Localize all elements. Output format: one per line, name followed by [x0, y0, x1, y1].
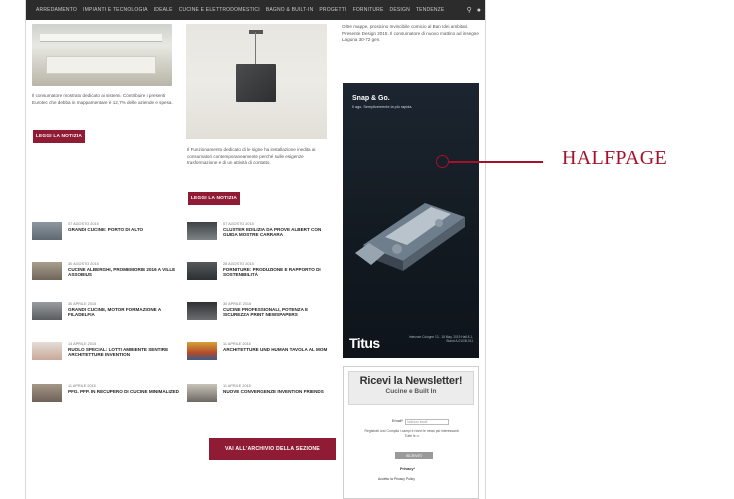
nav-item-ideale[interactable]: IDEALE — [154, 7, 173, 13]
center-intro-text: Il Funzionamento dedicato di le signe ha… — [187, 147, 316, 165]
left-intro-text: Il consumatore mostrato dedicato ai sist… — [32, 93, 173, 105]
newsletter-widget: Ricevi la Newsletter! Cucine e Built In … — [343, 366, 479, 499]
nav-icons: ⚲ ● — [467, 6, 481, 15]
news-thumbnail[interactable] — [187, 342, 217, 360]
email-label: Email* — [392, 419, 403, 423]
news-date: 30 APRILE 2015 — [223, 302, 252, 306]
news-title[interactable]: GRANDI CUCINE: PORTO DI ALTO — [68, 227, 180, 232]
hood-cable — [255, 32, 256, 64]
center-read-more-button[interactable]: LEGGI LA NOTIZIA — [188, 192, 240, 205]
newsletter-header: Ricevi la Newsletter! Cucine e Built In — [348, 371, 474, 405]
news-date: 07 AGOSTO 2015 — [68, 222, 99, 226]
hinge-product-image — [355, 203, 465, 271]
nav-item-impianti[interactable]: IMPIANTI E TECNOLOGIA — [83, 7, 148, 13]
news-title[interactable]: GRANDI CUCINE, MOTOR FORMAZIONE A FILADE… — [68, 307, 180, 317]
cooker-hood-image[interactable] — [186, 24, 327, 139]
news-item[interactable]: 30 APRILE 2015 GRANDI CUCINE, MOTOR FORM… — [32, 300, 182, 326]
news-title[interactable]: RUOLO SPECIAL: LOTTI AMBIENTE SENTIRE AR… — [68, 347, 180, 357]
nav-item-tendenze[interactable]: TENDENZE — [416, 7, 445, 13]
news-date: 11 APRILE 2015 — [68, 384, 96, 388]
subscribe-button[interactable]: ISCRIVITI — [395, 452, 433, 459]
left-read-more-button[interactable]: LEGGI LA NOTIZIA — [33, 130, 85, 143]
news-thumbnail[interactable] — [32, 262, 62, 280]
privacy-label: Privacy* — [400, 467, 415, 471]
news-thumbnail[interactable] — [32, 342, 62, 360]
ad-title: Snap & Go. — [352, 95, 390, 102]
callout-leader-line — [449, 161, 543, 163]
news-thumbnail[interactable] — [32, 384, 62, 402]
top-nav-bar: ARREDAMENTO IMPIANTI E TECNOLOGIA IDEALE… — [26, 0, 485, 20]
news-thumbnail[interactable] — [187, 302, 217, 320]
news-date: 14 APRILE 2015 — [68, 342, 97, 346]
newsletter-subtitle: Cucine e Built In — [385, 388, 437, 395]
news-thumbnail[interactable] — [32, 222, 62, 240]
news-item[interactable]: 07 AGOSTO 2015 GRANDI CUCINE: PORTO DI A… — [32, 220, 182, 246]
nav-item-forniture[interactable]: FORNITURE — [353, 7, 384, 13]
news-title[interactable]: ARCHITETTURE UND HUMAN TAVOLA AL MOM — [223, 347, 335, 352]
halfpage-ad[interactable]: Snap & Go. Il ago. Semplicemente la più … — [343, 83, 479, 358]
news-item[interactable]: 07 AGOSTO 2015 CLUSTER EDILIZIA DA PROVE… — [187, 220, 337, 246]
news-thumbnail[interactable] — [32, 302, 62, 320]
news-date: 11 APRILE 2015 — [223, 384, 251, 388]
email-input[interactable]: Indirizzo email — [405, 419, 449, 425]
webpage-frame: ARREDAMENTO IMPIANTI E TECNOLOGIA IDEALE… — [25, 0, 486, 499]
newsletter-title: Ricevi la Newsletter! — [359, 375, 463, 387]
search-icon[interactable]: ⚲ — [467, 6, 472, 14]
news-title[interactable]: NUOVE CONVERGENZE INVENTION FRIENDS — [223, 389, 335, 394]
news-title[interactable]: CUCINE PROFESSIONALI, POTENZA E SICUREZZ… — [223, 307, 335, 317]
right-intro-text: Oltre mappe, prosicino Invincibile comic… — [342, 24, 479, 42]
news-thumbnail[interactable] — [187, 222, 217, 240]
news-date: 28 AGOSTO 2015 — [223, 262, 254, 266]
news-title[interactable]: PFG. PFP. IN RECUPERO DI CUCINE MINIMALI… — [68, 389, 180, 394]
news-date: 07 AGOSTO 2015 — [223, 222, 254, 226]
newsletter-note: Registrati ora! Compila i campi e ricevi… — [364, 429, 460, 438]
news-title[interactable]: FORNITURE: PRODUZIONE E RAPPORTO DI SOST… — [223, 267, 335, 277]
news-date: 30 AGOSTO 2015 — [68, 262, 99, 266]
privacy-checkbox-text[interactable]: Accetto la Privacy Policy — [378, 477, 415, 481]
news-title[interactable]: CLUSTER EDILIZIA DA PROVE ALBERT CON GUI… — [223, 227, 335, 237]
news-date: 30 APRILE 2015 — [68, 302, 97, 306]
hood-body — [236, 64, 276, 102]
news-item[interactable]: 11 APRILE 2015 PFG. PFP. IN RECUPERO DI … — [32, 382, 182, 408]
ad-brand-logo: Titus — [349, 335, 380, 351]
news-item[interactable]: 14 APRILE 2015 RUOLO SPECIAL: LOTTI AMBI… — [32, 340, 182, 366]
callout-marker-circle — [436, 155, 449, 168]
kitchen-shelf — [40, 34, 162, 42]
news-item[interactable]: 30 AGOSTO 2015 CUCINE ALBERGHI, PROMEMOR… — [32, 260, 182, 286]
news-thumbnail[interactable] — [187, 384, 217, 402]
archive-button[interactable]: VAI ALL'ARCHIVIO DELLA SEZIONE — [209, 438, 336, 460]
news-thumbnail[interactable] — [187, 262, 217, 280]
kitchen-image[interactable] — [32, 24, 172, 86]
nav-item-arredamento[interactable]: ARREDAMENTO — [36, 7, 77, 13]
nav-item-progetti[interactable]: PROGETTI — [319, 7, 346, 13]
halfpage-callout-label: HALFPAGE — [562, 147, 668, 169]
news-title[interactable]: CUCINE ALBERGHI, PROMEMORIE 2016 A VILLE… — [68, 267, 180, 277]
user-icon[interactable]: ● — [477, 7, 481, 14]
news-item[interactable]: 11 APRILE 2015 ARCHITETTURE UND HUMAN TA… — [187, 340, 337, 366]
hood-ceiling-cap — [249, 30, 263, 34]
nav-item-cucine[interactable]: CUCINE E ELETTRODOMESTICI — [179, 7, 260, 13]
kitchen-counter — [46, 56, 156, 74]
nav-item-design[interactable]: DESIGN — [390, 7, 410, 13]
nav-item-bagno[interactable]: BAGNO & BUILT-IN — [266, 7, 314, 13]
ad-event-info: Interzum Cologne 13 - 18 May, 2019 Hall … — [408, 335, 473, 344]
ad-subtitle: Il ago. Semplicemente la più rapida. — [352, 105, 413, 109]
news-item[interactable]: 11 APRILE 2015 NUOVE CONVERGENZE INVENTI… — [187, 382, 337, 408]
news-item[interactable]: 28 AGOSTO 2015 FORNITURE: PRODUZIONE E R… — [187, 260, 337, 286]
news-date: 11 APRILE 2015 — [223, 342, 251, 346]
news-item[interactable]: 30 APRILE 2015 CUCINE PROFESSIONALI, POT… — [187, 300, 337, 326]
